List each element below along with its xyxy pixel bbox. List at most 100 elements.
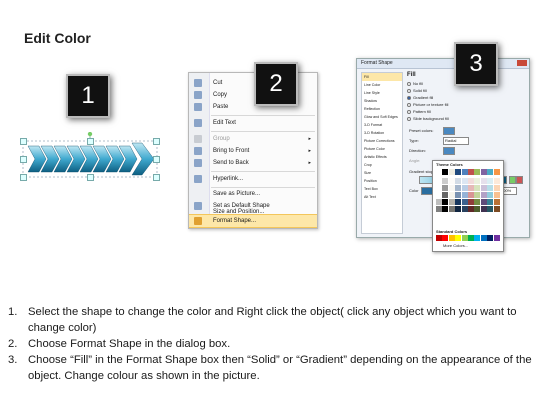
color-swatch[interactable] bbox=[455, 206, 462, 212]
color-swatch[interactable] bbox=[448, 235, 455, 241]
color-swatch[interactable] bbox=[436, 192, 442, 198]
color-swatch[interactable] bbox=[474, 185, 481, 191]
color-swatch[interactable] bbox=[436, 235, 442, 241]
menu-item-group[interactable]: Group ▸ bbox=[189, 133, 317, 145]
resize-handle[interactable] bbox=[20, 174, 27, 181]
color-swatch[interactable] bbox=[442, 185, 449, 191]
radio-pattern-fill[interactable] bbox=[407, 110, 411, 114]
color-swatch[interactable] bbox=[480, 178, 487, 184]
color-swatch[interactable] bbox=[468, 185, 474, 191]
color-swatch[interactable] bbox=[493, 206, 500, 212]
menu-item-hyperlink[interactable]: Hyperlink... bbox=[189, 173, 317, 185]
color-swatch[interactable] bbox=[455, 235, 462, 241]
color-swatch[interactable] bbox=[487, 199, 494, 205]
nav-item-shadow[interactable]: Shadow bbox=[362, 97, 402, 105]
color-swatch[interactable] bbox=[448, 178, 455, 184]
color-swatch[interactable] bbox=[480, 206, 487, 212]
close-icon[interactable] bbox=[517, 60, 527, 66]
resize-handle[interactable] bbox=[153, 138, 160, 145]
color-swatch[interactable] bbox=[474, 235, 481, 241]
color-swatch[interactable] bbox=[442, 235, 449, 241]
color-swatch[interactable] bbox=[455, 192, 462, 198]
color-swatch[interactable] bbox=[461, 192, 468, 198]
nav-item-3d-format[interactable]: 3-D Format bbox=[362, 121, 402, 129]
nav-item-text-box[interactable]: Text Box bbox=[362, 185, 402, 193]
color-swatch[interactable] bbox=[461, 178, 468, 184]
color-swatch[interactable] bbox=[442, 192, 449, 198]
color-swatch[interactable] bbox=[493, 185, 500, 191]
nav-item-crop[interactable]: Crop bbox=[362, 161, 402, 169]
color-swatch[interactable] bbox=[480, 192, 487, 198]
color-swatch[interactable] bbox=[436, 185, 442, 191]
resize-handle[interactable] bbox=[20, 156, 27, 163]
color-swatch[interactable] bbox=[493, 178, 500, 184]
color-swatch[interactable] bbox=[480, 169, 487, 175]
resize-handle[interactable] bbox=[87, 138, 94, 145]
color-swatch[interactable] bbox=[493, 199, 500, 205]
menu-item-save-as-picture[interactable]: Save as Picture... bbox=[189, 188, 317, 200]
color-swatch[interactable] bbox=[455, 169, 462, 175]
color-swatch[interactable] bbox=[474, 178, 481, 184]
color-swatch[interactable] bbox=[468, 199, 474, 205]
color-swatch[interactable] bbox=[448, 192, 455, 198]
color-swatch[interactable] bbox=[448, 199, 455, 205]
color-swatch[interactable] bbox=[493, 192, 500, 198]
menu-item-edit-text[interactable]: Edit Text bbox=[189, 117, 317, 129]
color-swatch[interactable] bbox=[468, 192, 474, 198]
color-swatch[interactable] bbox=[442, 178, 449, 184]
color-swatch[interactable] bbox=[448, 206, 455, 212]
color-swatch[interactable] bbox=[468, 169, 474, 175]
add-stop-icon[interactable] bbox=[509, 176, 516, 184]
color-swatch[interactable] bbox=[468, 178, 474, 184]
color-swatch[interactable] bbox=[455, 185, 462, 191]
color-swatch[interactable] bbox=[480, 185, 487, 191]
color-swatch[interactable] bbox=[487, 169, 494, 175]
color-swatch[interactable] bbox=[442, 169, 449, 175]
color-swatch[interactable] bbox=[461, 206, 468, 212]
menu-item-format-shape[interactable]: Format Shape... bbox=[189, 214, 317, 228]
direction-dropdown[interactable] bbox=[443, 147, 455, 155]
menu-item-bring-to-front[interactable]: Bring to Front ▸ bbox=[189, 145, 317, 157]
color-swatch[interactable] bbox=[455, 178, 462, 184]
color-swatch[interactable] bbox=[474, 192, 481, 198]
color-swatch[interactable] bbox=[455, 199, 462, 205]
radio-solid-fill[interactable] bbox=[407, 89, 411, 93]
color-swatch[interactable] bbox=[487, 206, 494, 212]
resize-handle[interactable] bbox=[87, 174, 94, 181]
color-swatch[interactable] bbox=[487, 185, 494, 191]
radio-picture-fill[interactable] bbox=[407, 103, 411, 107]
resize-handle[interactable] bbox=[20, 138, 27, 145]
remove-stop-icon[interactable] bbox=[516, 176, 523, 184]
chevron-arrow-shape[interactable] bbox=[20, 131, 160, 186]
nav-item-picture-corrections[interactable]: Picture Corrections bbox=[362, 137, 402, 145]
color-swatch[interactable] bbox=[468, 235, 474, 241]
resize-handle[interactable] bbox=[153, 156, 160, 163]
nav-item-glow[interactable]: Glow and Soft Edges bbox=[362, 113, 402, 121]
nav-item-fill[interactable]: Fill bbox=[362, 73, 402, 81]
color-swatch[interactable] bbox=[493, 235, 500, 241]
color-swatch[interactable] bbox=[461, 235, 468, 241]
nav-item-alt-text[interactable]: Alt Text bbox=[362, 193, 402, 201]
color-swatch[interactable] bbox=[474, 169, 481, 175]
color-swatch[interactable] bbox=[487, 178, 494, 184]
color-swatch[interactable] bbox=[474, 199, 481, 205]
nav-item-size[interactable]: Size bbox=[362, 169, 402, 177]
color-swatch[interactable] bbox=[480, 235, 487, 241]
color-swatch[interactable] bbox=[436, 169, 442, 175]
color-swatch[interactable] bbox=[487, 235, 494, 241]
nav-item-position[interactable]: Position bbox=[362, 177, 402, 185]
color-swatch[interactable] bbox=[442, 199, 449, 205]
nav-item-reflection[interactable]: Reflection bbox=[362, 105, 402, 113]
resize-handle[interactable] bbox=[153, 174, 160, 181]
color-swatch[interactable] bbox=[468, 206, 474, 212]
color-swatch[interactable] bbox=[461, 199, 468, 205]
color-swatch[interactable] bbox=[487, 192, 494, 198]
radio-no-fill[interactable] bbox=[407, 82, 411, 86]
color-swatch[interactable] bbox=[474, 206, 481, 212]
color-swatch[interactable] bbox=[436, 206, 442, 212]
color-swatch[interactable] bbox=[461, 185, 468, 191]
color-swatch[interactable] bbox=[480, 199, 487, 205]
nav-item-3d-rotation[interactable]: 3-D Rotation bbox=[362, 129, 402, 137]
color-swatch[interactable] bbox=[436, 178, 442, 184]
nav-item-picture-color[interactable]: Picture Color bbox=[362, 145, 402, 153]
